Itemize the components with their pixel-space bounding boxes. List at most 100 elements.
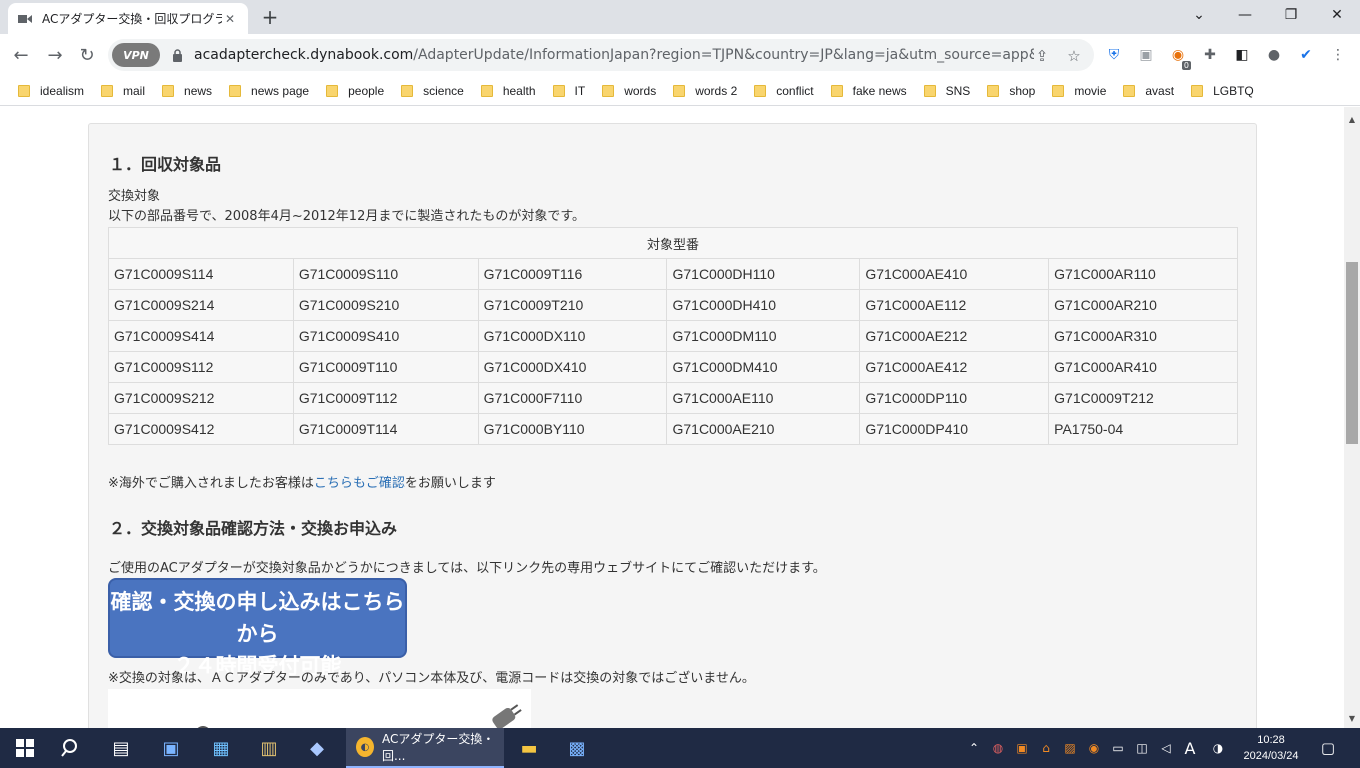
folder-icon [1123, 84, 1136, 97]
bookmark-science[interactable]: science [393, 79, 473, 103]
tray-focus-icon[interactable]: ◑ [1208, 738, 1228, 758]
bookmark-words-2[interactable]: words 2 [665, 79, 746, 103]
tray-avast-icon[interactable]: ◉ [1084, 738, 1104, 758]
folder-icon [326, 84, 339, 97]
folder-icon [602, 84, 615, 97]
forward-button[interactable]: → [42, 42, 68, 68]
bookmark-news[interactable]: news [154, 79, 221, 103]
close-window-button[interactable]: ✕ [1314, 0, 1360, 30]
share-icon[interactable]: ⇪ [1032, 46, 1052, 66]
folder-icon [162, 84, 175, 97]
bookmark-conflict[interactable]: conflict [746, 79, 822, 103]
folder-icon [987, 84, 1000, 97]
profile-avatar-icon[interactable]: ● [1263, 44, 1285, 66]
bookmark-people[interactable]: people [318, 79, 393, 103]
lock-icon[interactable] [170, 48, 184, 62]
bookmark-words[interactable]: words [594, 79, 665, 103]
system-clock[interactable]: 10:28 2024/03/24 [1236, 732, 1306, 764]
tray-tool-icon[interactable]: ▨ [1060, 738, 1080, 758]
photo-app-icon[interactable]: ▣ [156, 734, 186, 762]
folder-icon [830, 84, 843, 97]
address-bar[interactable]: VPN acadaptercheck.dynabook.com/AdapterU… [108, 39, 1094, 71]
bookmark-idealism[interactable]: idealism [10, 79, 93, 103]
bookmark-news-page[interactable]: news page [221, 79, 318, 103]
table-cell: G71C0009S212 [108, 382, 294, 414]
notepad-app-icon[interactable]: ▤ [106, 734, 136, 762]
table-cell: G71C000BY110 [477, 413, 668, 445]
table-cell: G71C0009T110 [292, 351, 479, 383]
bookmark-it[interactable]: IT [545, 79, 595, 103]
new-tab-button[interactable]: + [258, 5, 282, 29]
menu-kebab-icon[interactable]: ⋮ [1327, 44, 1349, 66]
control-panel-icon[interactable]: ▦ [206, 734, 236, 762]
bookmarks-bar: idealism mail news news page people scie… [0, 76, 1360, 106]
scrollbar-thumb[interactable] [1346, 262, 1358, 444]
bookmark-movie[interactable]: movie [1044, 79, 1115, 103]
folder-icon [101, 84, 114, 97]
reload-button[interactable]: ↻ [74, 42, 100, 68]
ime-indicator[interactable]: A [1180, 738, 1200, 758]
tray-chevron-icon[interactable]: ⌃ [964, 738, 984, 758]
table-cell: G71C0009S214 [108, 289, 294, 321]
overseas-link[interactable]: こちらもご確認 [314, 476, 405, 491]
tab-close-icon[interactable]: ✕ [222, 11, 238, 27]
file-explorer-icon[interactable]: ▬ [514, 734, 544, 762]
back-button[interactable]: ← [8, 42, 34, 68]
restore-button[interactable]: ❐ [1268, 0, 1314, 30]
taskbar-window-title: ACアダプター交換・回... [381, 732, 495, 763]
taskbar-active-browser[interactable]: ◐ ACアダプター交換・回... [346, 728, 504, 768]
folder-icon [480, 84, 493, 97]
browser-tab[interactable]: ACアダプター交換・回収プログラムに ✕ [8, 3, 248, 34]
tray-volume-icon[interactable]: ◁ [1156, 738, 1176, 758]
table-cell: G71C000AE110 [666, 382, 861, 414]
table-cell: G71C0009S210 [292, 289, 479, 321]
bookmark-lgbtq[interactable]: LGBTQ [1183, 79, 1263, 103]
library-app-icon[interactable]: ▥ [254, 734, 284, 762]
side-panel-icon[interactable]: ◧ [1231, 44, 1253, 66]
tray-home-icon[interactable]: ⌂ [1036, 738, 1056, 758]
table-cell: G71C000DH410 [666, 289, 861, 321]
vpn-badge[interactable]: VPN [112, 43, 160, 67]
search-icon[interactable] [56, 734, 86, 762]
store-app-icon[interactable]: ▩ [562, 734, 592, 762]
table-cell: G71C0009S112 [108, 351, 294, 383]
avast-extension-icon[interactable]: ◉ 0 [1167, 44, 1191, 70]
adapter-image [108, 689, 531, 728]
bookmark-mail[interactable]: mail [93, 79, 154, 103]
security-check-icon[interactable]: ✔ [1295, 44, 1317, 66]
table-cell: G71C0009S414 [108, 320, 294, 352]
notification-icon[interactable]: ▢ [1318, 738, 1338, 758]
exchange-note: ※交換の対象は、ＡＣアダプターのみであり、パソコン本体及び、電源コードは交換の対… [108, 671, 755, 686]
tray-shield-icon[interactable]: ▣ [1012, 738, 1032, 758]
extensions-puzzle-icon[interactable]: ✚ [1199, 44, 1221, 66]
extension-badge: 0 [1181, 61, 1191, 70]
bookmark-shop[interactable]: shop [979, 79, 1044, 103]
remote-app-icon[interactable]: ◆ [302, 734, 332, 762]
url-text[interactable]: acadaptercheck.dynabook.com/AdapterUpdat… [194, 47, 1034, 63]
tray-battery-icon[interactable]: ▭ [1108, 738, 1128, 758]
privacy-shield-icon[interactable]: ⛨ [1103, 44, 1125, 66]
table-cell: G71C000AR210 [1048, 289, 1238, 321]
table-cell: G71C000AE412 [859, 351, 1050, 383]
apply-exchange-button[interactable]: 確認・交換の申し込みはこちらから ２４時間受付可能 [108, 578, 407, 678]
table-cell: G71C000AR310 [1048, 320, 1238, 352]
tab-search-icon[interactable]: ⌄ [1176, 0, 1222, 30]
table-header: 対象型番 [108, 227, 1238, 259]
tray-wifi-icon[interactable]: ◫ [1132, 738, 1152, 758]
tray-network-icon[interactable]: ◍ [988, 738, 1008, 758]
bookmark-star-icon[interactable]: ☆ [1064, 46, 1084, 66]
minimize-button[interactable]: — [1222, 0, 1268, 30]
extension-icon[interactable]: ▣ [1135, 44, 1157, 66]
bookmark-health[interactable]: health [473, 79, 545, 103]
page-viewport: １．回収対象品 交換対象 以下の部品番号で、2008年4月~2012年12月まで… [0, 107, 1344, 728]
bookmark-sns[interactable]: SNS [916, 79, 980, 103]
scroll-down-icon[interactable]: ▼ [1344, 710, 1360, 726]
section2-title: ２．交換対象品確認方法・交換お申込み [109, 519, 398, 538]
bookmark-avast[interactable]: avast [1115, 79, 1183, 103]
bookmark-fake-news[interactable]: fake news [823, 79, 916, 103]
page-scrollbar[interactable]: ▲ ▼ [1344, 107, 1360, 728]
table-cell: G71C000AR410 [1048, 351, 1238, 383]
section1-title: １．回収対象品 [109, 155, 222, 174]
windows-start-icon[interactable] [10, 734, 40, 762]
scroll-up-icon[interactable]: ▲ [1344, 111, 1360, 127]
